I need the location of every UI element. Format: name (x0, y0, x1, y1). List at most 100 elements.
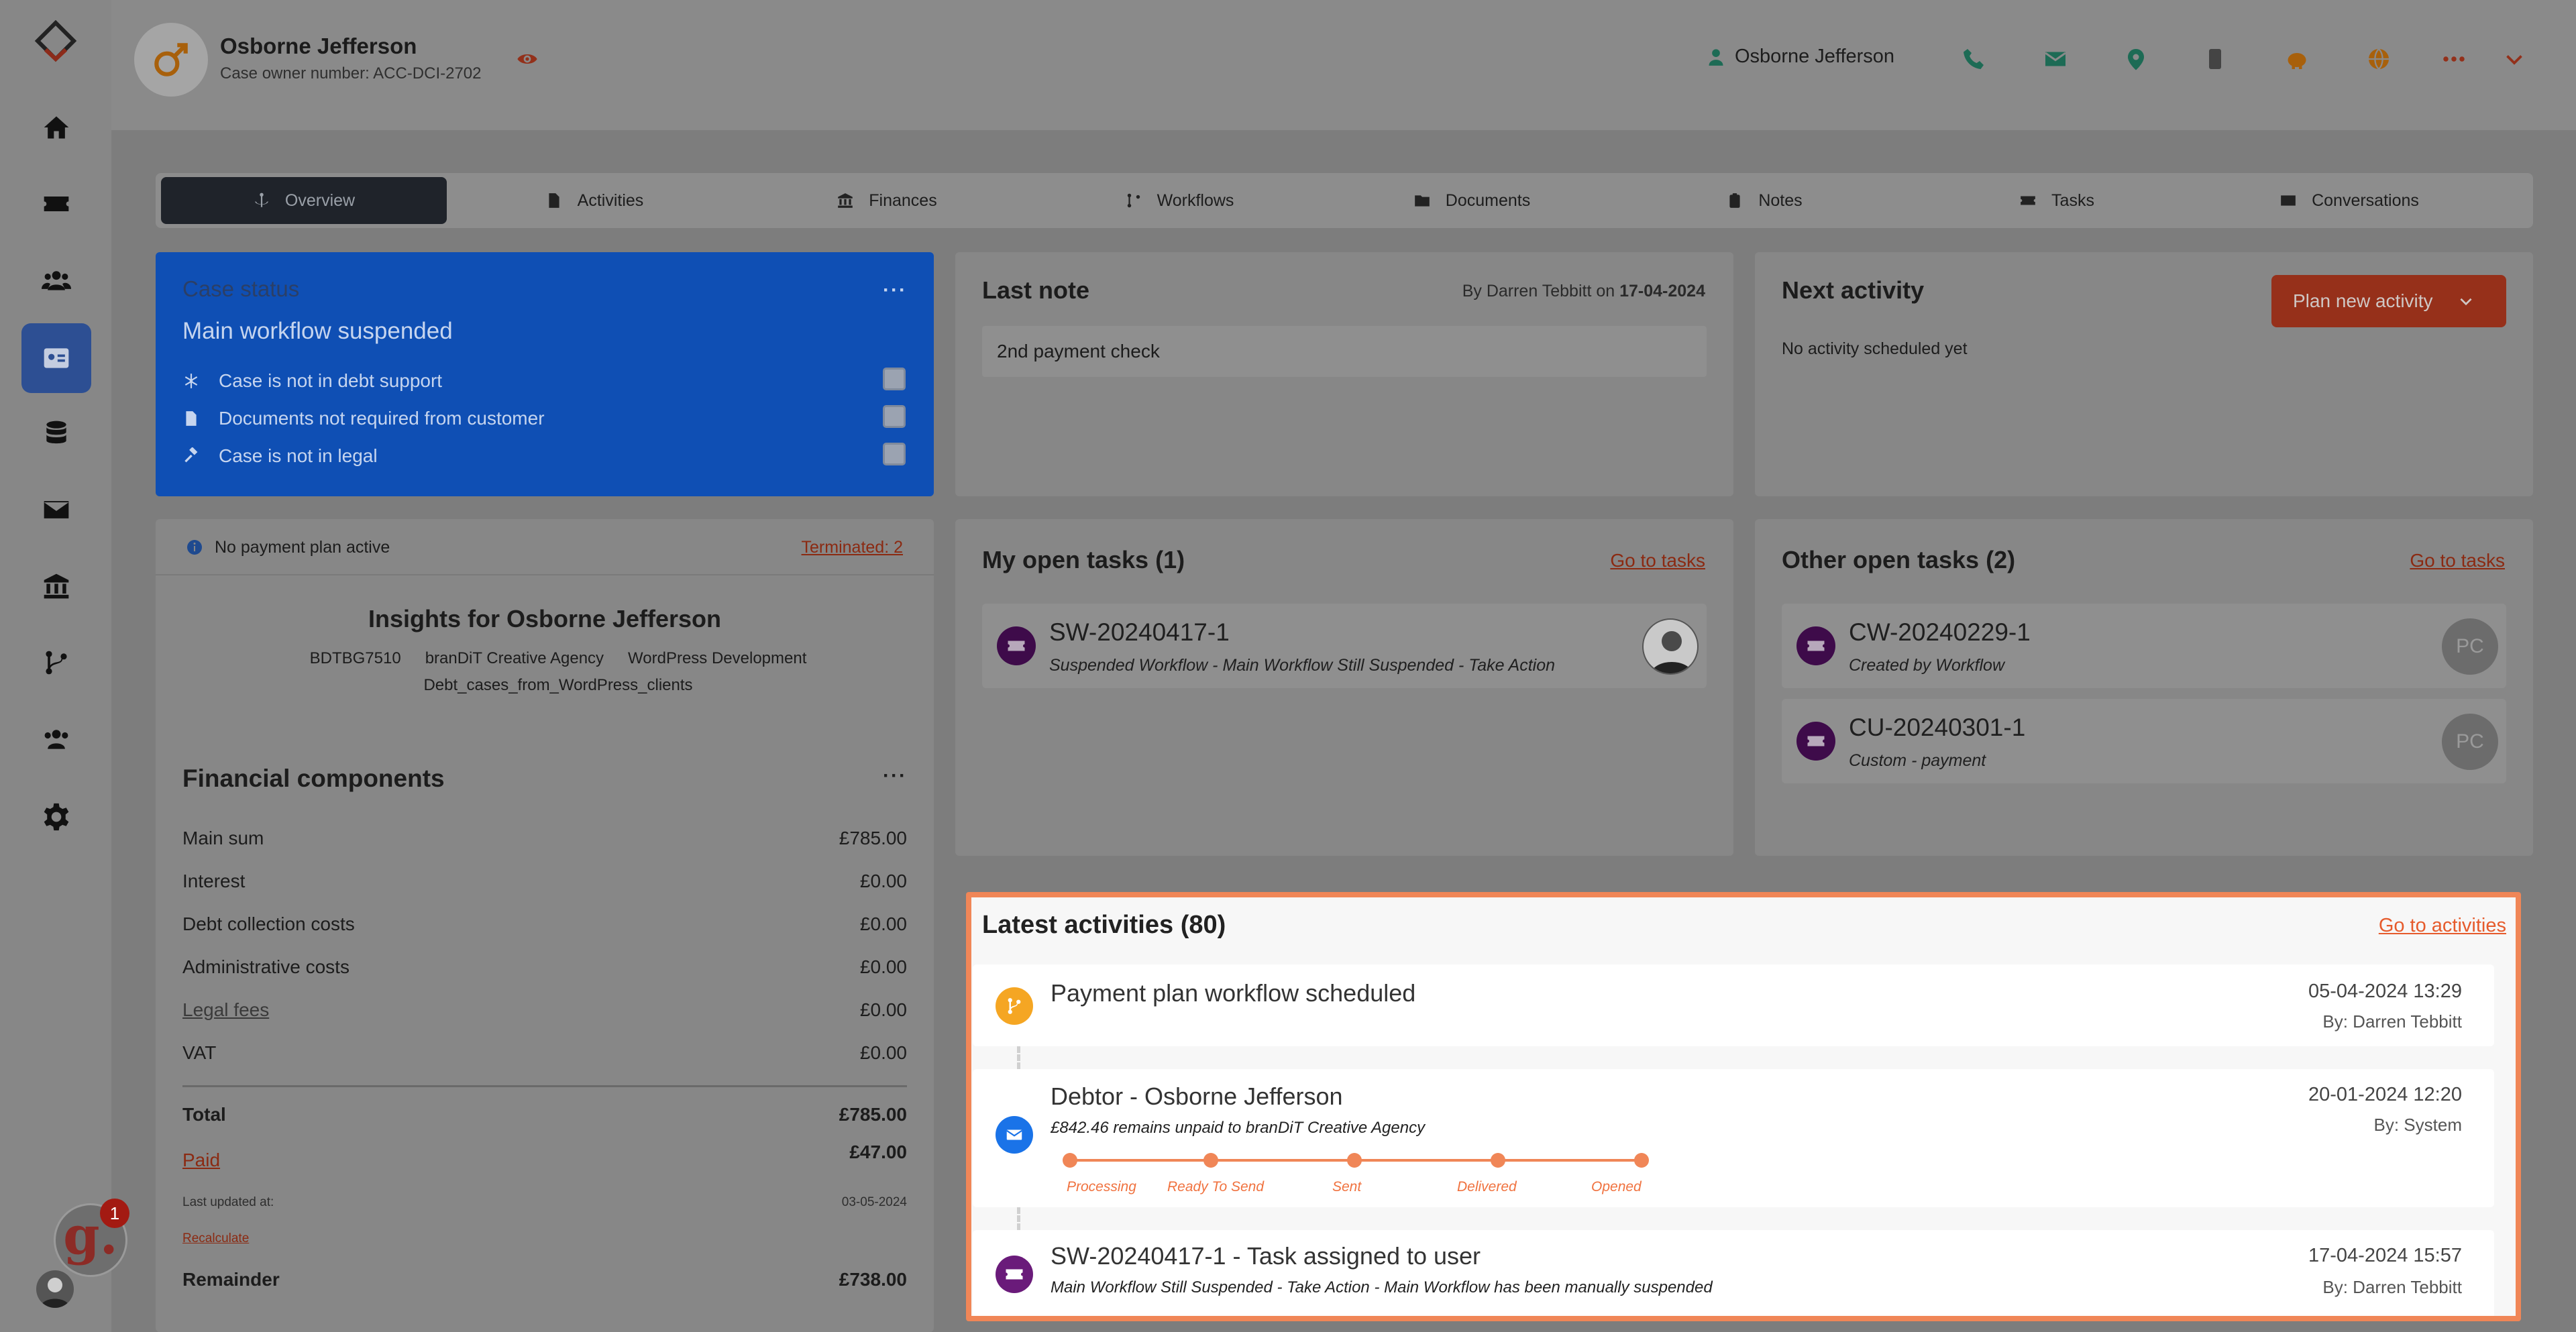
phone-icon[interactable] (1962, 47, 1986, 71)
progress-step-label: Sent (1332, 1179, 1362, 1195)
recalculate-link[interactable]: Recalculate (182, 1231, 249, 1246)
progress-step-label: Opened (1591, 1179, 1642, 1195)
folder-icon (1414, 195, 1430, 207)
file-icon (549, 193, 559, 208)
terminated-link[interactable]: Terminated: 2 (802, 538, 903, 557)
insight-tag: branDiT Creative Agency (425, 649, 604, 667)
tab-activities[interactable]: Activities (448, 177, 741, 224)
paid-link[interactable]: Paid (182, 1150, 220, 1171)
header-user[interactable]: Osborne Jefferson (1707, 46, 1894, 68)
debt-support-checkbox[interactable] (883, 368, 906, 390)
user-icon (1709, 48, 1723, 66)
financial-components-title: Financial components (182, 765, 445, 792)
assignee-avatar (1642, 618, 1699, 675)
bank-icon (44, 573, 69, 599)
ticket-icon (44, 197, 69, 211)
tab-workflows[interactable]: Workflows (1033, 177, 1326, 224)
latest-activities-card: Latest activities (80) Go to activities … (966, 892, 2521, 1321)
envelope-icon (996, 1116, 1033, 1154)
brand-logo[interactable] (32, 20, 79, 67)
sidebar-item-users[interactable] (21, 245, 91, 315)
sidebar-item-settings[interactable] (21, 782, 91, 852)
task-id: CW-20240229-1 (1849, 618, 2031, 646)
sidebar-item-workflows[interactable] (21, 628, 91, 698)
owner-name: Osborne Jefferson (220, 34, 417, 58)
male-icon (154, 43, 188, 76)
go-to-activities-link[interactable]: Go to activities (2379, 915, 2506, 937)
ticket-icon (997, 626, 1036, 665)
sidebar-item-home[interactable] (21, 93, 91, 162)
sidebar-item-tickets[interactable] (21, 169, 91, 239)
activity-item[interactable]: Payment plan workflow scheduled 05-04-20… (973, 964, 2494, 1046)
progress-dot (1063, 1153, 1077, 1168)
team-icon (44, 730, 68, 749)
sidebar-item-cases[interactable] (21, 323, 91, 393)
fin-remainder-row: Remainder £738.00 (182, 1269, 907, 1290)
plan-new-activity-button[interactable]: Plan new activity (2271, 275, 2506, 327)
task-item[interactable]: SW-20240417-1 Suspended Workflow - Main … (982, 604, 1707, 688)
activity-date: 05-04-2024 13:29 (2308, 981, 2462, 1002)
sidebar-item-mail[interactable] (21, 475, 91, 545)
go-to-tasks-link[interactable]: Go to tasks (1610, 550, 1705, 571)
financial-menu-button[interactable]: ··· (883, 765, 907, 787)
activity-date: 20-01-2024 12:20 (2308, 1084, 2462, 1105)
task-item[interactable]: CU-20240301-1 Custom - payment PC (1782, 699, 2506, 783)
activity-item[interactable]: Debtor - Osborne Jefferson £842.46 remai… (973, 1069, 2494, 1207)
fin-row: Legal fees £0.00 (182, 999, 907, 1021)
users-icon (42, 271, 71, 290)
eye-icon[interactable] (517, 48, 538, 70)
file-icon (186, 411, 197, 426)
ticket-icon (2021, 196, 2035, 205)
envelope-icon[interactable] (2043, 47, 2068, 71)
insight-tag: BDTBG7510 (309, 649, 401, 667)
go-to-tasks-link[interactable]: Go to tasks (2410, 550, 2505, 571)
header-user-name: Osborne Jefferson (1735, 46, 1895, 67)
globe-icon[interactable] (2367, 47, 2391, 71)
chevron-down-icon[interactable] (2502, 47, 2526, 71)
payment-plan-bar: No payment plan active Terminated: 2 (156, 519, 934, 575)
branch-icon (996, 987, 1033, 1025)
case-status-subtitle: Main workflow suspended (182, 318, 453, 344)
more-icon[interactable] (2442, 47, 2466, 71)
activity-item[interactable]: SW-20240417-1 - Task assigned to user Ma… (973, 1230, 2494, 1316)
gear-icon (44, 803, 69, 831)
activity-name: Debtor - Osborne Jefferson (1051, 1083, 1343, 1110)
progress-step-label: Ready To Send (1167, 1179, 1264, 1195)
insight-tag: Debt_cases_from_WordPress_clients (423, 676, 693, 694)
mobile-icon[interactable] (2203, 47, 2227, 71)
tab-documents[interactable]: Documents (1326, 177, 1618, 224)
insights-title: Insights for Osborne Jefferson (368, 605, 722, 632)
tab-overview[interactable]: Overview (161, 177, 447, 224)
next-activity-empty: No activity scheduled yet (1782, 339, 1968, 358)
tab-notes[interactable]: Notes (1618, 177, 1911, 224)
database-icon (46, 421, 66, 444)
tab-tasks[interactable]: Tasks (1911, 177, 2203, 224)
activity-name: Payment plan workflow scheduled (1051, 979, 1416, 1007)
documents-checkbox[interactable] (883, 405, 906, 428)
chat-widget-button[interactable]: g. 1 (54, 1199, 129, 1277)
tab-finances[interactable]: Finances (741, 177, 1033, 224)
fin-paid-row: Paid £47.00 (182, 1142, 907, 1171)
my-tasks-title: My open tasks (1) (982, 546, 1185, 573)
sidebar-item-team[interactable] (21, 704, 91, 774)
legal-fees-link[interactable]: Legal fees (182, 999, 269, 1021)
bank-icon (838, 193, 853, 208)
last-note-title: Last note (982, 276, 1090, 304)
task-id: SW-20240417-1 (1049, 618, 1230, 646)
last-note-text[interactable]: 2nd payment check (982, 326, 1707, 377)
last-note-card: Last note By Darren Tebbitt on 17-04-202… (955, 252, 1733, 496)
timeline-connector (1017, 1207, 1020, 1230)
insight-tag: WordPress Development (628, 649, 807, 667)
tab-conversations[interactable]: Conversations (2203, 177, 2496, 224)
piggy-bank-icon[interactable] (2285, 47, 2309, 71)
case-status-menu-button[interactable]: ··· (883, 279, 907, 302)
legal-checkbox[interactable] (883, 443, 906, 465)
ticket-icon (1796, 626, 1835, 665)
user-avatar[interactable] (36, 1270, 74, 1308)
activity-author: By: Darren Tebbitt (2322, 1277, 2462, 1297)
task-item[interactable]: CW-20240229-1 Created by Workflow PC (1782, 604, 2506, 688)
sidebar-item-bank[interactable] (21, 551, 91, 621)
sidebar-item-database[interactable] (21, 398, 91, 468)
location-icon[interactable] (2124, 47, 2148, 71)
anchor-icon (255, 192, 268, 207)
